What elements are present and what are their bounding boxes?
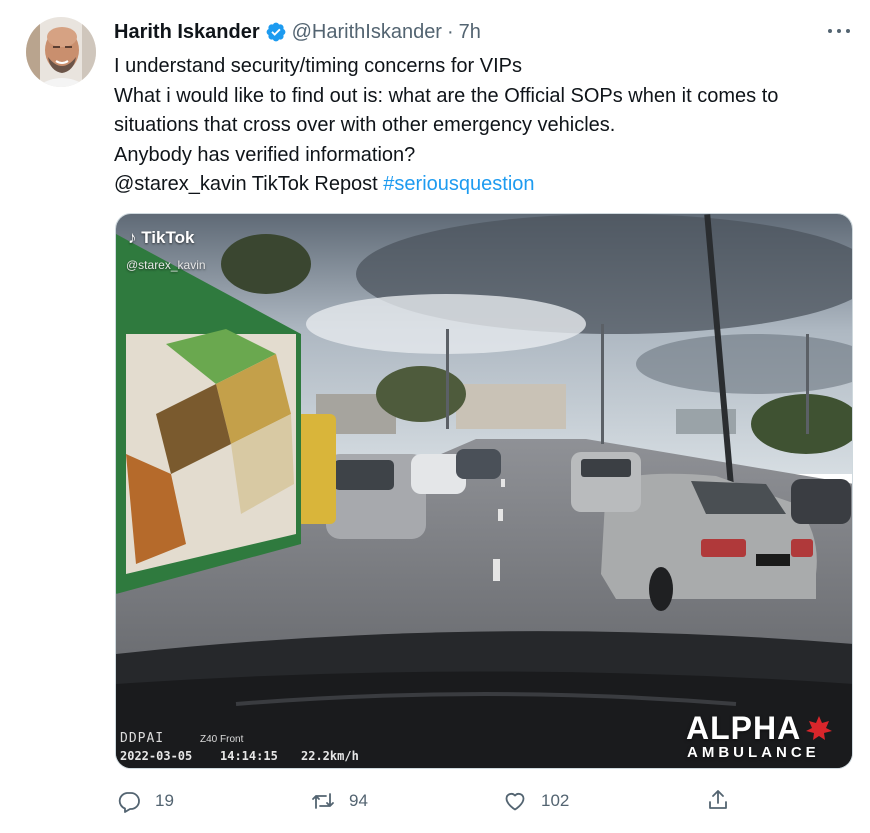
retweet-button[interactable]: 94 [311, 789, 368, 813]
reply-button[interactable]: 19 [117, 789, 174, 813]
tiktok-logo-text: TikTok [141, 228, 195, 247]
dashcam-brand: DDPAI [120, 731, 165, 746]
dashcam-time: 14:14:15 [220, 749, 278, 763]
verified-badge-icon [265, 21, 287, 43]
retweet-icon [312, 793, 334, 809]
tiktok-logo: ♪ TikTok [128, 228, 195, 247]
more-horizontal-icon[interactable] [826, 22, 852, 40]
share-icon [709, 790, 727, 809]
watermark-title: ALPHA [686, 710, 802, 746]
share-button[interactable] [706, 788, 730, 812]
mention-text: @starex_kavin TikTok Repost [114, 173, 384, 195]
tiktok-username: @starex_kavin [126, 258, 206, 272]
tweet-line: Anybody has verified information? [114, 143, 416, 166]
tweet-header: Harith Iskander @HarithIskander · 7h [114, 19, 481, 45]
display-name[interactable]: Harith Iskander [114, 21, 260, 44]
watermark-subtitle: AMBULANCE [687, 744, 820, 761]
tweet[interactable]: Harith Iskander @HarithIskander · 7h I u… [0, 0, 870, 833]
separator-dot: · [446, 20, 454, 43]
maple-leaf-icon [806, 716, 832, 740]
like-button[interactable]: 102 [503, 789, 569, 813]
dashcam-model: Z40 Front [200, 734, 244, 745]
timestamp[interactable]: 7h [459, 21, 481, 44]
avatar[interactable] [26, 17, 96, 87]
tweet-line: I understand security/timing concerns fo… [114, 55, 522, 77]
tweet-line: situations that cross over with other em… [114, 114, 616, 136]
dashcam-date: 2022-03-05 [120, 749, 193, 763]
tweet-text: I understand security/timing concerns fo… [114, 52, 859, 200]
dashcam-scene [116, 214, 852, 768]
tweet-line: What i would like to find out is: what a… [114, 84, 779, 107]
like-count: 102 [541, 791, 570, 810]
video-media[interactable]: ♪ TikTok @starex_kavin DDPAI Z40 Front 2… [115, 213, 853, 769]
hashtag-link[interactable]: #seriousquestion [383, 173, 534, 195]
dashcam-speed: 22.2km/h [301, 749, 359, 763]
heart-icon [505, 793, 525, 811]
tweet-line: @starex_kavin TikTok Repost #seriousques… [114, 170, 859, 200]
reply-icon [118, 792, 140, 813]
retweet-count: 94 [349, 791, 368, 810]
reply-count: 19 [155, 791, 174, 810]
handle[interactable]: @HarithIskander [292, 21, 442, 44]
action-bar: 19 94 102 [0, 786, 870, 816]
